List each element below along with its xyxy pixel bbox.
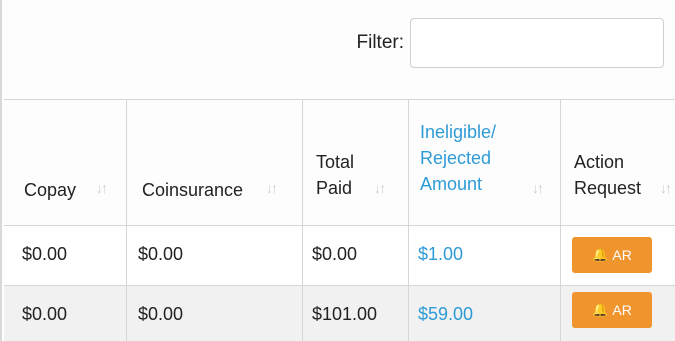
column-header-label-line1: Action (574, 152, 625, 172)
action-request-label: AR (612, 302, 632, 318)
bell-icon: 🔔 (592, 247, 609, 262)
table-row: $0.00 $0.00 $101.00 $59.00 🔔 AR (4, 286, 675, 341)
table-row: $0.00 $0.00 $0.00 $1.00 🔔 AR (4, 226, 675, 285)
bell-icon: 🔔 (592, 302, 609, 317)
filter-input[interactable] (410, 18, 664, 68)
column-header-label: Copay (24, 180, 77, 200)
cell-coinsurance: $0.00 (138, 304, 184, 324)
cell-copay: $0.00 (22, 244, 68, 264)
cell-coinsurance: $0.00 (138, 244, 184, 264)
cell-copay: $0.00 (22, 304, 68, 324)
sort-icon[interactable]: ↓↑ (266, 180, 278, 196)
column-header-label-line2: Rejected (420, 148, 492, 168)
column-header-label-line2: Paid (316, 178, 353, 198)
column-header-label-line1: Total (316, 152, 355, 172)
sort-icon[interactable]: ↓↑ (374, 180, 386, 196)
column-header-label-line3: Amount (420, 174, 483, 194)
column-divider (560, 100, 561, 341)
cell-ineligible-amount[interactable]: $59.00 (418, 304, 473, 325)
column-header-label-line1: Ineligible/ (420, 122, 497, 142)
table-header-row: Copay ↓↑ Coinsurance ↓↑ Total Paid ↓↑ In… (4, 100, 675, 226)
action-request-button[interactable]: 🔔 AR (572, 292, 652, 328)
results-table-panel: Filter: Copay ↓↑ Coinsurance ↓↑ Total Pa… (0, 0, 675, 341)
cell-ineligible-amount[interactable]: $1.00 (418, 244, 463, 265)
column-divider (126, 100, 127, 341)
sort-icon[interactable]: ↓↑ (96, 180, 108, 196)
cell-total-paid: $0.00 (312, 244, 358, 264)
sort-icon[interactable]: ↓↑ (660, 180, 672, 196)
column-header-label: Coinsurance (142, 180, 244, 200)
action-request-button[interactable]: 🔔 AR (572, 237, 652, 273)
action-request-label: AR (612, 247, 632, 263)
filter-bar: Filter: (4, 0, 675, 96)
sort-icon[interactable]: ↓↑ (532, 180, 544, 196)
filter-label: Filter: (356, 32, 405, 53)
cell-total-paid: $101.00 (312, 304, 378, 324)
column-header-label-line2: Request (574, 178, 642, 198)
column-divider (302, 100, 303, 341)
column-divider (408, 100, 409, 341)
